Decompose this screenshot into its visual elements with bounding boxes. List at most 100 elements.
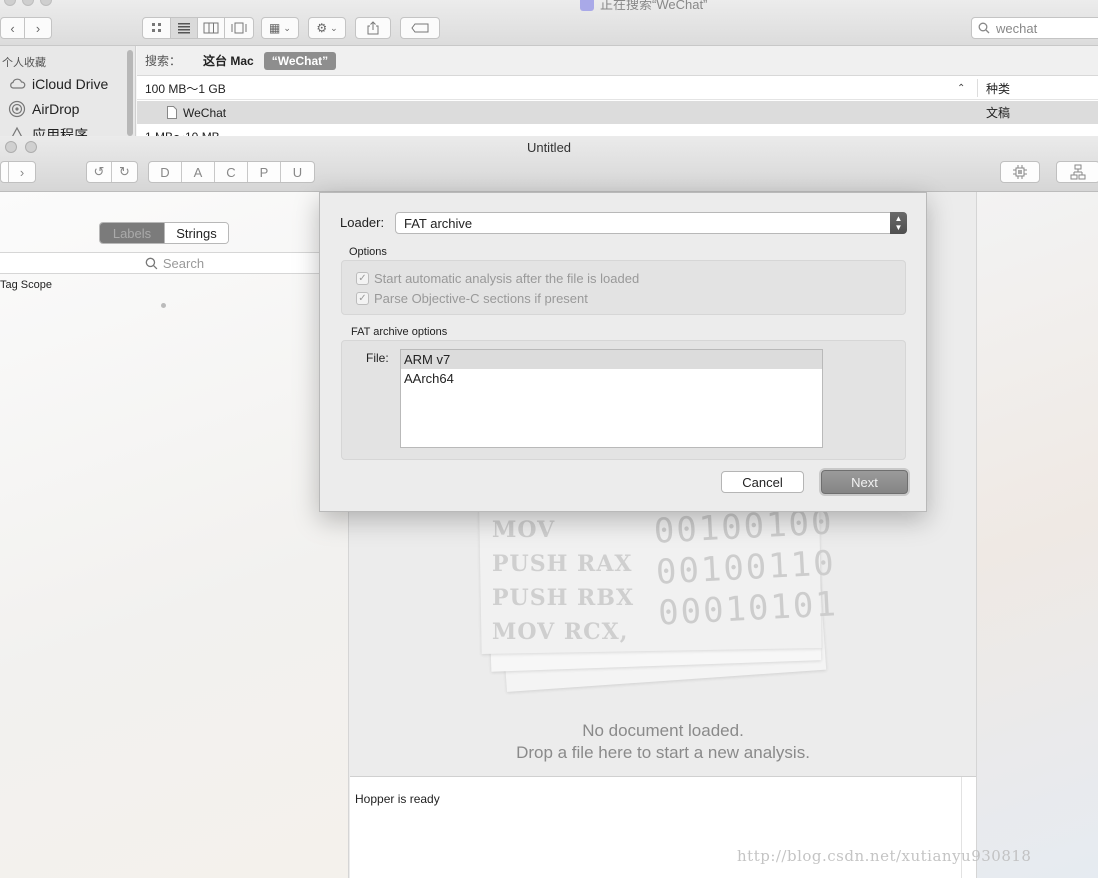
option-parse-objc[interactable]: ✓ Parse Objective-C sections if present [356,291,588,306]
arrange-grid-icon: ▦ [269,21,281,35]
checkbox-checked-icon[interactable]: ✓ [356,272,369,285]
grid-view-icon [151,23,161,32]
architecture-list[interactable]: ARM v7 AArch64 [400,349,823,448]
table-row[interactable]: 100 MB～1 GB ⌃ 种类 [137,77,1098,100]
loader-label: Loader: [340,215,385,230]
row-name: 1 MB～10 MB [145,128,220,136]
flowchart-icon [1070,164,1086,180]
row-name: WeChat [183,105,227,120]
coverflow-view-button[interactable] [225,18,253,38]
hopper-inspector-panel [976,192,1098,878]
illustration-binary: 00100100 00100110 00010101 [652,502,839,634]
fat-options-title: FAT archive options [351,326,448,338]
search-placeholder: Search [162,255,205,271]
icon-view-button[interactable] [143,18,171,38]
list-view-button[interactable] [171,18,198,38]
scope-label: 搜索： [145,54,182,68]
next-button[interactable]: Next [821,470,908,494]
chevron-down-icon: ⌄ [330,22,338,33]
airdrop-icon [8,100,26,118]
sidebar-section-favorites: 个人收藏 [2,57,46,69]
finder-view-segment [142,17,254,39]
labels-strings-segment: Labels Strings [99,222,229,244]
scope-query-pill[interactable]: “WeChat” [263,51,337,70]
finder-search-field[interactable]: wechat [971,17,1098,39]
mode-procedure-button[interactable]: P [248,162,281,182]
undo-redo-segment: ↺ ↻ [86,161,138,183]
share-button[interactable] [355,17,391,39]
chevron-left-icon: ‹ [10,20,15,36]
search-folder-icon [580,0,594,11]
mode-segment: D A C P U [148,161,315,183]
hopper-window-title: Untitled [526,140,572,155]
options-group: ✓ Start automatic analysis after the fil… [341,260,906,315]
finder-results: 搜索： 这台 Mac “WeChat” 100 MB～1 GB ⌃ 种类 WeC… [137,46,1098,136]
column-header-tag-scope[interactable]: Tag Scope [0,279,52,291]
table-row[interactable]: 1 MB～10 MB [137,125,1098,136]
loader-value: FAT archive [404,215,473,231]
cpu-chip-icon [1013,165,1027,179]
mode-undefine-button[interactable]: U [281,162,314,182]
redo-icon: ↻ [119,164,130,179]
options-group-title: Options [349,246,387,258]
column-divider [977,79,978,97]
finder-nav-segment: ‹ › [0,17,52,39]
finder-minimize-button[interactable] [22,0,34,6]
graph-view-button[interactable] [1056,161,1098,183]
labels-search-field[interactable]: Search [0,252,349,274]
finder-back-button[interactable]: ‹ [1,18,25,38]
cpu-button[interactable] [1000,161,1040,183]
column-view-button[interactable] [198,18,225,38]
finder-window: ‹ › ▦ ⌄ ⚙ ⌄ 正在搜索“WeChat” wechat 个人收藏 iCl… [0,0,1098,136]
log-text: Hopper is ready [355,792,440,806]
list-item-arm-v7[interactable]: ARM v7 [401,350,822,369]
gear-icon: ⚙ [316,21,328,35]
chevron-right-icon: › [19,164,25,180]
loader-select[interactable]: FAT archive ▲ ▼ [395,212,907,234]
tab-labels[interactable]: Labels [100,223,164,243]
sidebar-item-icloud-drive[interactable]: iCloud Drive [8,75,108,93]
hopper-nav-segment: › [0,161,36,183]
finder-search-value: wechat [996,20,1038,36]
option-auto-analysis[interactable]: ✓ Start automatic analysis after the fil… [356,271,639,286]
sidebar-item-applications[interactable]: 应用程序 [8,125,88,136]
list-item-aarch64[interactable]: AArch64 [401,369,822,388]
row-name: 100 MB～1 GB [145,81,226,96]
tab-strings[interactable]: Strings [164,223,228,243]
cancel-button[interactable]: Cancel [721,471,804,493]
hopper-back-button[interactable] [1,162,9,182]
column-view-icon [203,22,219,34]
row-kind: 种类 [986,81,1011,96]
search-scope-bar: 搜索： 这台 Mac “WeChat” [137,46,1098,76]
scope-this-mac[interactable]: 这台 Mac [203,52,254,69]
action-button[interactable]: ⚙ ⌄ [308,17,346,39]
tags-button[interactable] [400,17,440,39]
finder-forward-button[interactable]: › [25,18,51,38]
mode-code-button[interactable]: C [215,162,248,182]
hopper-forward-button[interactable]: › [9,162,35,182]
sidebar-item-airdrop[interactable]: AirDrop [8,100,79,118]
share-icon [367,21,379,35]
mode-ascii-button[interactable]: A [182,162,215,182]
tag-icon [411,23,429,33]
finder-toolbar: ‹ › ▦ ⌄ ⚙ ⌄ 正在搜索“WeChat” wechat [0,0,1098,46]
sort-chevron-up-icon[interactable]: ⌃ [957,83,965,94]
applications-icon [12,126,22,136]
cloud-icon [10,78,26,89]
search-icon [145,257,158,269]
list-view-icon [178,23,190,34]
sidebar-scrollbar[interactable] [127,50,133,136]
watermark-text: http://blog.csdn.net/xutianyu930818 [737,847,1032,865]
coverflow-view-icon [231,22,247,34]
checkbox-checked-icon[interactable]: ✓ [356,292,369,305]
row-kind: 文稿 [986,106,1011,120]
table-row[interactable]: WeChat 文稿 [137,101,1098,124]
arrange-button[interactable]: ▦ ⌄ [261,17,299,39]
undo-button[interactable]: ↺ [87,162,112,182]
empty-state-message: No document loaded. Drop a file here to … [516,721,810,762]
finder-close-button[interactable] [4,0,16,6]
chevron-right-icon: › [35,20,41,36]
redo-button[interactable]: ↻ [112,162,137,182]
mode-data-button[interactable]: D [149,162,182,182]
finder-zoom-button[interactable] [40,0,52,6]
